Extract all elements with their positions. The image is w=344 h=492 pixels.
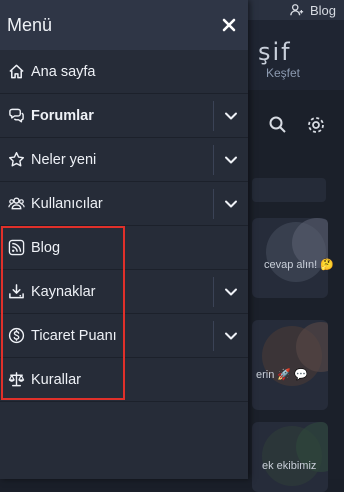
side-menu-drawer: Menü Ana sayfa Forumlar Neler yeni Kulla… [0,0,248,479]
menu-item-label: Blog [31,239,61,256]
chevron-down-icon [225,200,237,208]
gear-icon[interactable] [306,115,326,135]
site-title: şif [258,38,292,66]
user-icon [290,4,304,16]
card-snippet: ek ekibimiz [262,460,317,472]
close-icon [222,18,236,32]
users-icon [7,195,25,213]
menu-item-members[interactable]: Kullanıcılar [0,182,248,226]
content-card[interactable] [252,422,328,492]
menu-item-label: Kullanıcılar [31,195,103,212]
menu-item-label: Kaynaklar [31,283,96,300]
dollar-icon [7,327,25,345]
menu-item-label: Neler yeni [31,151,97,168]
card-snippet: erin 🚀 💬 [256,369,308,381]
menu-item-whats-new[interactable]: Neler yeni [0,138,248,182]
scale-icon [7,371,25,389]
chevron-down-icon [225,288,237,296]
topbar-blog-link[interactable]: Blog [290,0,336,20]
content-card[interactable] [252,320,328,410]
card-snippet: cevap alın! 🤔 [264,259,334,271]
expand-toggle[interactable] [213,277,248,307]
comments-icon [7,107,25,125]
chevron-down-icon [225,332,237,340]
expand-toggle[interactable] [213,189,248,219]
topbar-blog-label: Blog [309,2,336,18]
rss-icon [7,239,25,257]
site-subtitle: Keşfet [266,66,301,80]
drawer-title: Menü [7,14,53,35]
menu-item-forums[interactable]: Forumlar [0,94,248,138]
expand-toggle[interactable] [213,101,248,131]
menu-item-label: Ticaret Puanı [31,327,117,344]
menu-item-label: Ana sayfa [31,63,96,80]
search-icon[interactable] [268,115,288,135]
menu-item-rules[interactable]: Kurallar [0,358,248,402]
chevron-down-icon [225,112,237,120]
chevron-down-icon [225,156,237,164]
menu-item-resources[interactable]: Kaynaklar [0,270,248,314]
menu-item-label: Kurallar [31,371,81,388]
close-button[interactable] [218,14,240,36]
star-icon [7,151,25,169]
expand-toggle[interactable] [213,145,248,175]
menu-item-blog[interactable]: Blog [0,226,248,270]
home-icon [7,63,25,81]
menu-list: Ana sayfa Forumlar Neler yeni Kullanıcıl… [0,50,248,402]
menu-item-home[interactable]: Ana sayfa [0,50,248,94]
search-bar[interactable] [252,178,326,202]
drawer-header: Menü [0,0,248,50]
menu-item-label: Forumlar [31,107,94,124]
menu-item-trade-points[interactable]: Ticaret Puanı [0,314,248,358]
expand-toggle[interactable] [213,321,248,351]
download-icon [7,283,25,301]
